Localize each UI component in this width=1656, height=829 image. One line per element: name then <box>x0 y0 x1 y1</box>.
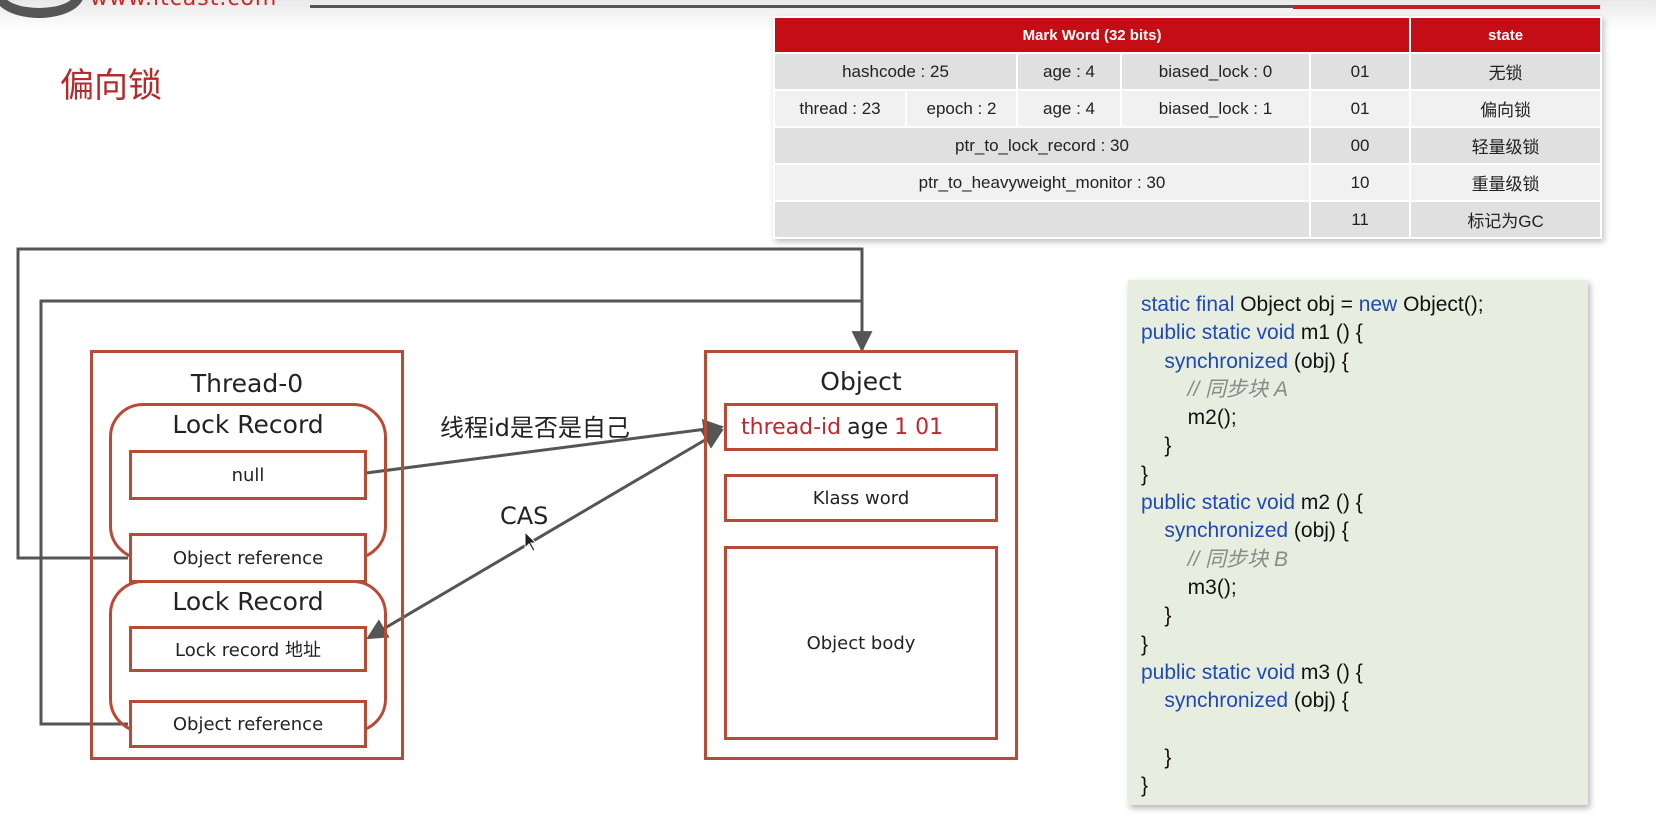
cas-arrow <box>366 428 724 640</box>
code-line: public static void m1 () { <box>1141 319 1588 347</box>
cell-epoch: epoch : 2 <box>905 89 1018 128</box>
cell-age: age : 4 <box>1016 89 1122 128</box>
code-text: Object(); <box>1403 293 1484 316</box>
code-keyword: synchronized <box>1141 689 1294 713</box>
code-line: synchronized (obj) { <box>1141 517 1588 545</box>
code-text: } <box>1141 745 1172 769</box>
code-text: } <box>1141 434 1172 458</box>
cursor-icon <box>524 530 538 552</box>
cell-ptr: ptr_to_lock_record : 30 <box>773 126 1311 165</box>
code-line: public static void m2 () { <box>1141 489 1588 517</box>
code-text: } <box>1141 774 1149 798</box>
cell-state: 轻量级锁 <box>1409 126 1603 165</box>
header-rule-accent <box>1293 5 1600 9</box>
code-text: (obj) { <box>1293 519 1349 543</box>
table-header-row: Mark Word (32 bits) state <box>772 16 1603 54</box>
age-text: age <box>847 414 889 440</box>
cell-bits: 11 <box>1308 200 1412 239</box>
cell-bits: 10 <box>1308 163 1412 202</box>
code-panel: static final Object obj = new Object(); p… <box>1128 280 1588 805</box>
code-text: m2(); <box>1141 406 1237 430</box>
code-keyword: public static void <box>1141 491 1301 515</box>
object-body: Object body <box>724 546 998 740</box>
table-row: hashcode : 25 age : 4 biased_lock : 0 01… <box>773 52 1603 91</box>
object-title: Object <box>820 367 902 396</box>
code-keyword: synchronized <box>1141 519 1294 543</box>
code-text: m2 () { <box>1300 491 1363 515</box>
code-text: (obj) { <box>1293 689 1349 713</box>
code-comment: // 同步块 B <box>1141 547 1289 571</box>
cell-bits: 01 <box>1308 52 1412 91</box>
lock-record-title: Lock Record <box>172 410 324 439</box>
table-row: thread : 23 epoch : 2 age : 4 biased_loc… <box>773 89 1603 128</box>
code-text: m3(); <box>1141 575 1237 599</box>
cell-bits: 01 <box>1308 89 1412 128</box>
cell-state: 无锁 <box>1409 52 1603 91</box>
code-line: m2(); <box>1141 404 1588 432</box>
code-line: public static void m3 () { <box>1141 659 1588 687</box>
code-text: } <box>1141 462 1149 486</box>
cell-thread: thread : 23 <box>773 89 907 128</box>
object-reference-2: Object reference <box>129 700 367 748</box>
cell-biased-lock: biased_lock : 0 <box>1120 52 1311 91</box>
bits-text: 1 01 <box>894 414 944 440</box>
code-line: // 同步块 B <box>1141 546 1588 574</box>
lock-record-address: Lock record 地址 <box>129 626 367 672</box>
cell-biased-lock: biased_lock : 1 <box>1120 89 1311 128</box>
code-line: } <box>1141 602 1588 630</box>
code-text: Object obj = <box>1240 293 1359 316</box>
lock-record-title: Lock Record <box>172 587 324 616</box>
state-header: state <box>1409 16 1603 54</box>
cell-state: 偏向锁 <box>1409 89 1603 128</box>
code-keyword: static final <box>1141 293 1241 316</box>
thread-title: Thread-0 <box>190 369 304 398</box>
mark-word-header: Mark Word (32 bits) <box>772 16 1412 54</box>
code-keyword: synchronized <box>1141 349 1294 373</box>
slide-title: 偏向锁 <box>60 66 162 106</box>
code-keyword: public static void <box>1141 660 1301 684</box>
cell-state: 标记为GC <box>1409 200 1603 239</box>
code-text: } <box>1141 632 1149 656</box>
code-line: m3(); <box>1141 574 1588 602</box>
code-text: } <box>1141 604 1172 628</box>
check-label: 线程id是否是自己 <box>440 414 630 442</box>
mark-word-table: Mark Word (32 bits) state hashcode : 25 … <box>772 16 1603 239</box>
code-line: } <box>1141 631 1588 659</box>
object-header: thread-id age 1 01 <box>724 403 998 451</box>
cell-state: 重量级锁 <box>1409 163 1603 202</box>
cas-label: CAS <box>500 502 549 530</box>
table-row: ptr_to_heavyweight_monitor : 30 10 重量级锁 <box>773 163 1603 202</box>
cell-age: age : 4 <box>1016 52 1122 91</box>
cell-ptr: ptr_to_heavyweight_monitor : 30 <box>773 163 1311 202</box>
code-comment: // 同步块 A <box>1141 377 1289 401</box>
lock-diagram: Thread-0 Lock Record null Object referen… <box>0 230 1060 800</box>
thread-id-text: thread-id <box>741 414 842 440</box>
code-line: } <box>1141 432 1588 460</box>
code-line: } <box>1141 772 1588 800</box>
code-keyword: public static void <box>1141 321 1301 345</box>
code-line: synchronized (obj) { <box>1141 687 1588 715</box>
code-line: // 同步块 A <box>1141 376 1588 404</box>
code-line: } <box>1141 744 1588 772</box>
code-text: m3 () { <box>1300 660 1363 684</box>
code-line: synchronized (obj) { <box>1141 348 1588 376</box>
table-row: ptr_to_lock_record : 30 00 轻量级锁 <box>773 126 1603 165</box>
cell-hashcode: hashcode : 25 <box>773 52 1018 91</box>
code-text: (obj) { <box>1293 349 1349 373</box>
object-reference-1: Object reference <box>129 533 367 583</box>
code-keyword: new <box>1358 293 1404 316</box>
lock-record-null: null <box>129 450 367 500</box>
logo-text: www.itcast.com <box>90 0 277 11</box>
code-line: } <box>1141 461 1588 489</box>
code-line: static final Object obj = new Object(); <box>1141 291 1588 319</box>
cell-bits: 00 <box>1308 126 1412 165</box>
klass-word: Klass word <box>724 474 998 522</box>
code-text: m1 () { <box>1300 321 1363 345</box>
